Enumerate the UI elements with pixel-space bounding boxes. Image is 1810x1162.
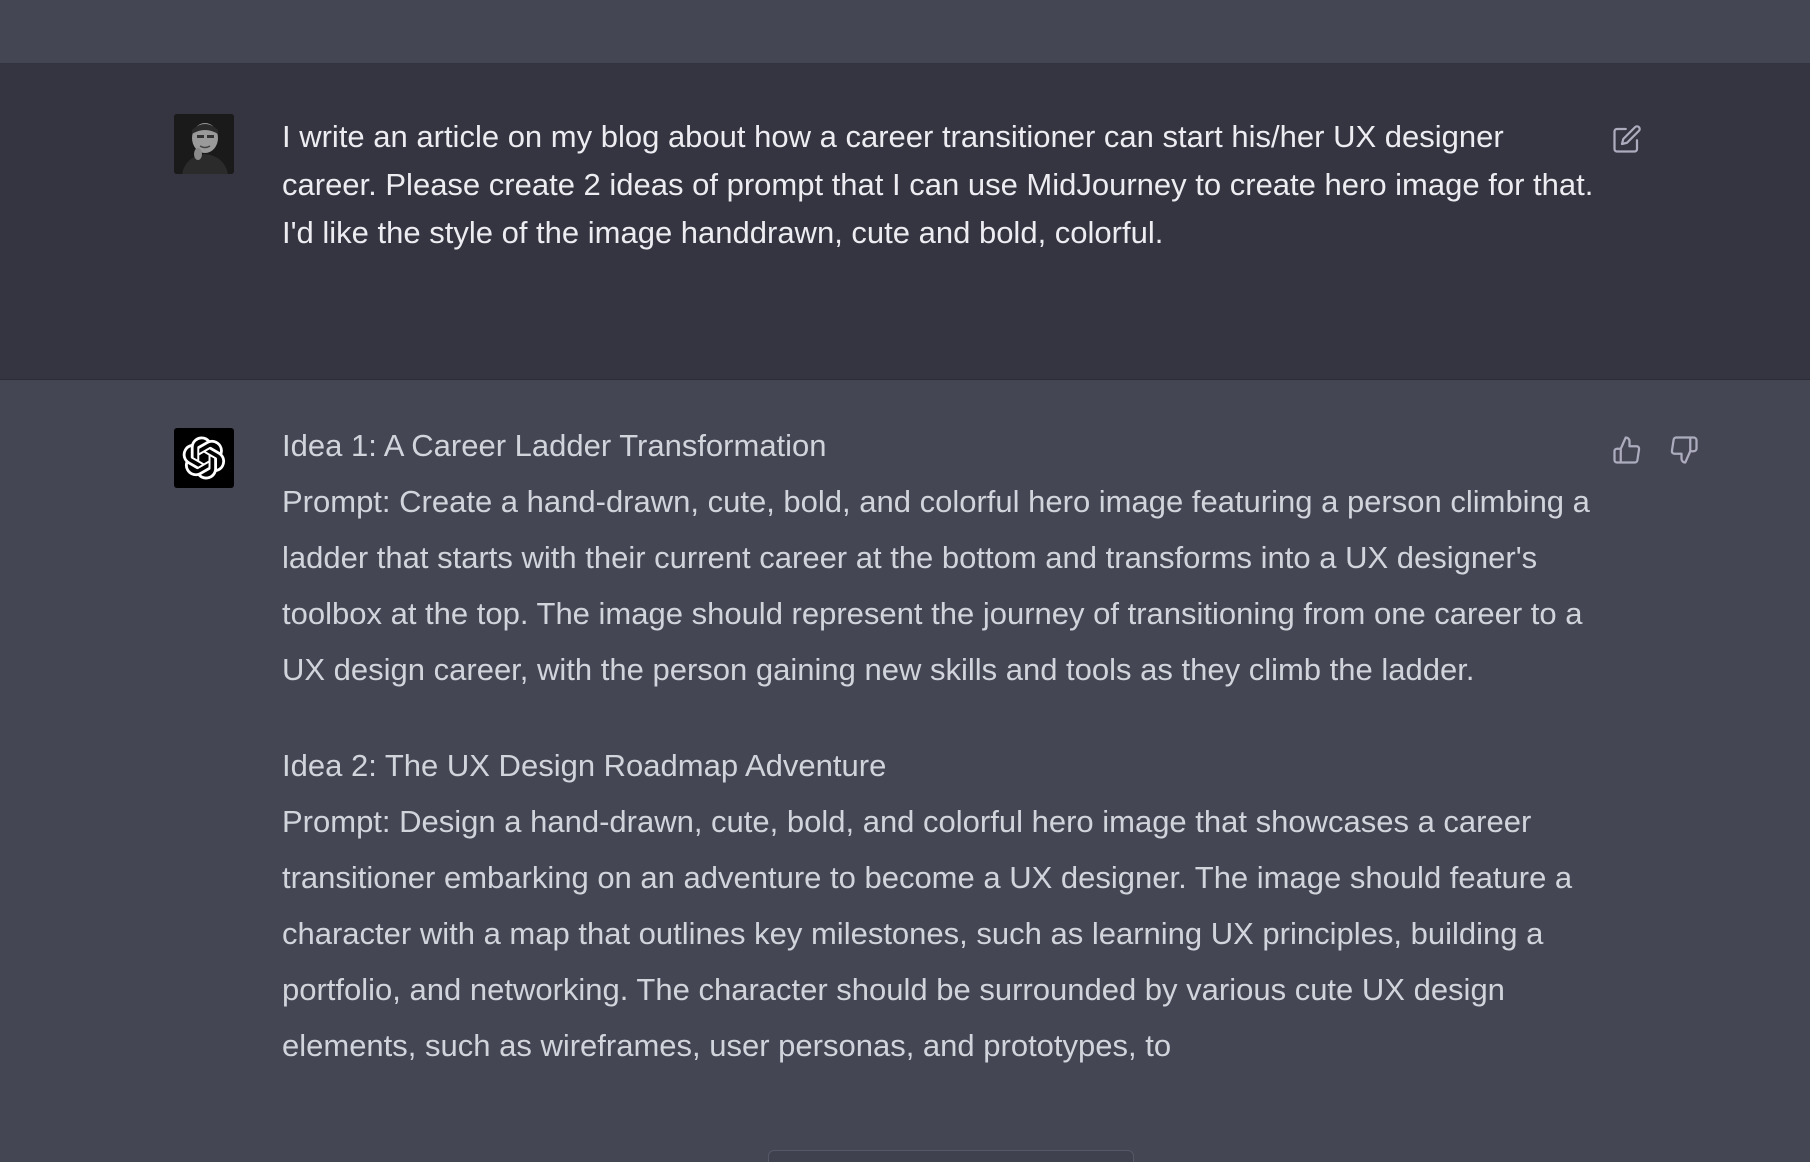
idea-title: Idea 2: The UX Design Roadmap Adventure [282,748,887,783]
top-bar [0,0,1810,64]
idea-prompt: Prompt: Create a hand-drawn, cute, bold,… [282,484,1590,687]
user-message: I write an article on my blog about how … [0,64,1810,380]
idea-prompt: Prompt: Design a hand-drawn, cute, bold,… [282,804,1573,1063]
assistant-message: Idea 1: A Career Ladder Transformation P… [0,380,1810,1162]
idea-title: Idea 1: A Career Ladder Transformation [282,428,827,463]
user-message-text: I write an article on my blog about how … [282,119,1594,250]
assistant-avatar [174,428,234,488]
openai-logo-icon [182,436,226,480]
assistant-message-content: Idea 1: A Career Ladder Transformation P… [282,418,1592,1114]
user-avatar [174,114,234,174]
user-photo-avatar [174,114,234,174]
thumbs-down-icon[interactable] [1666,432,1702,468]
idea-block: Idea 1: A Career Ladder Transformation P… [282,418,1592,698]
thumbs-up-icon[interactable] [1609,432,1645,468]
edit-icon[interactable] [1609,121,1645,157]
idea-block: Idea 2: The UX Design Roadmap Adventure … [282,738,1592,1074]
regenerate-button-edge[interactable] [768,1150,1134,1162]
